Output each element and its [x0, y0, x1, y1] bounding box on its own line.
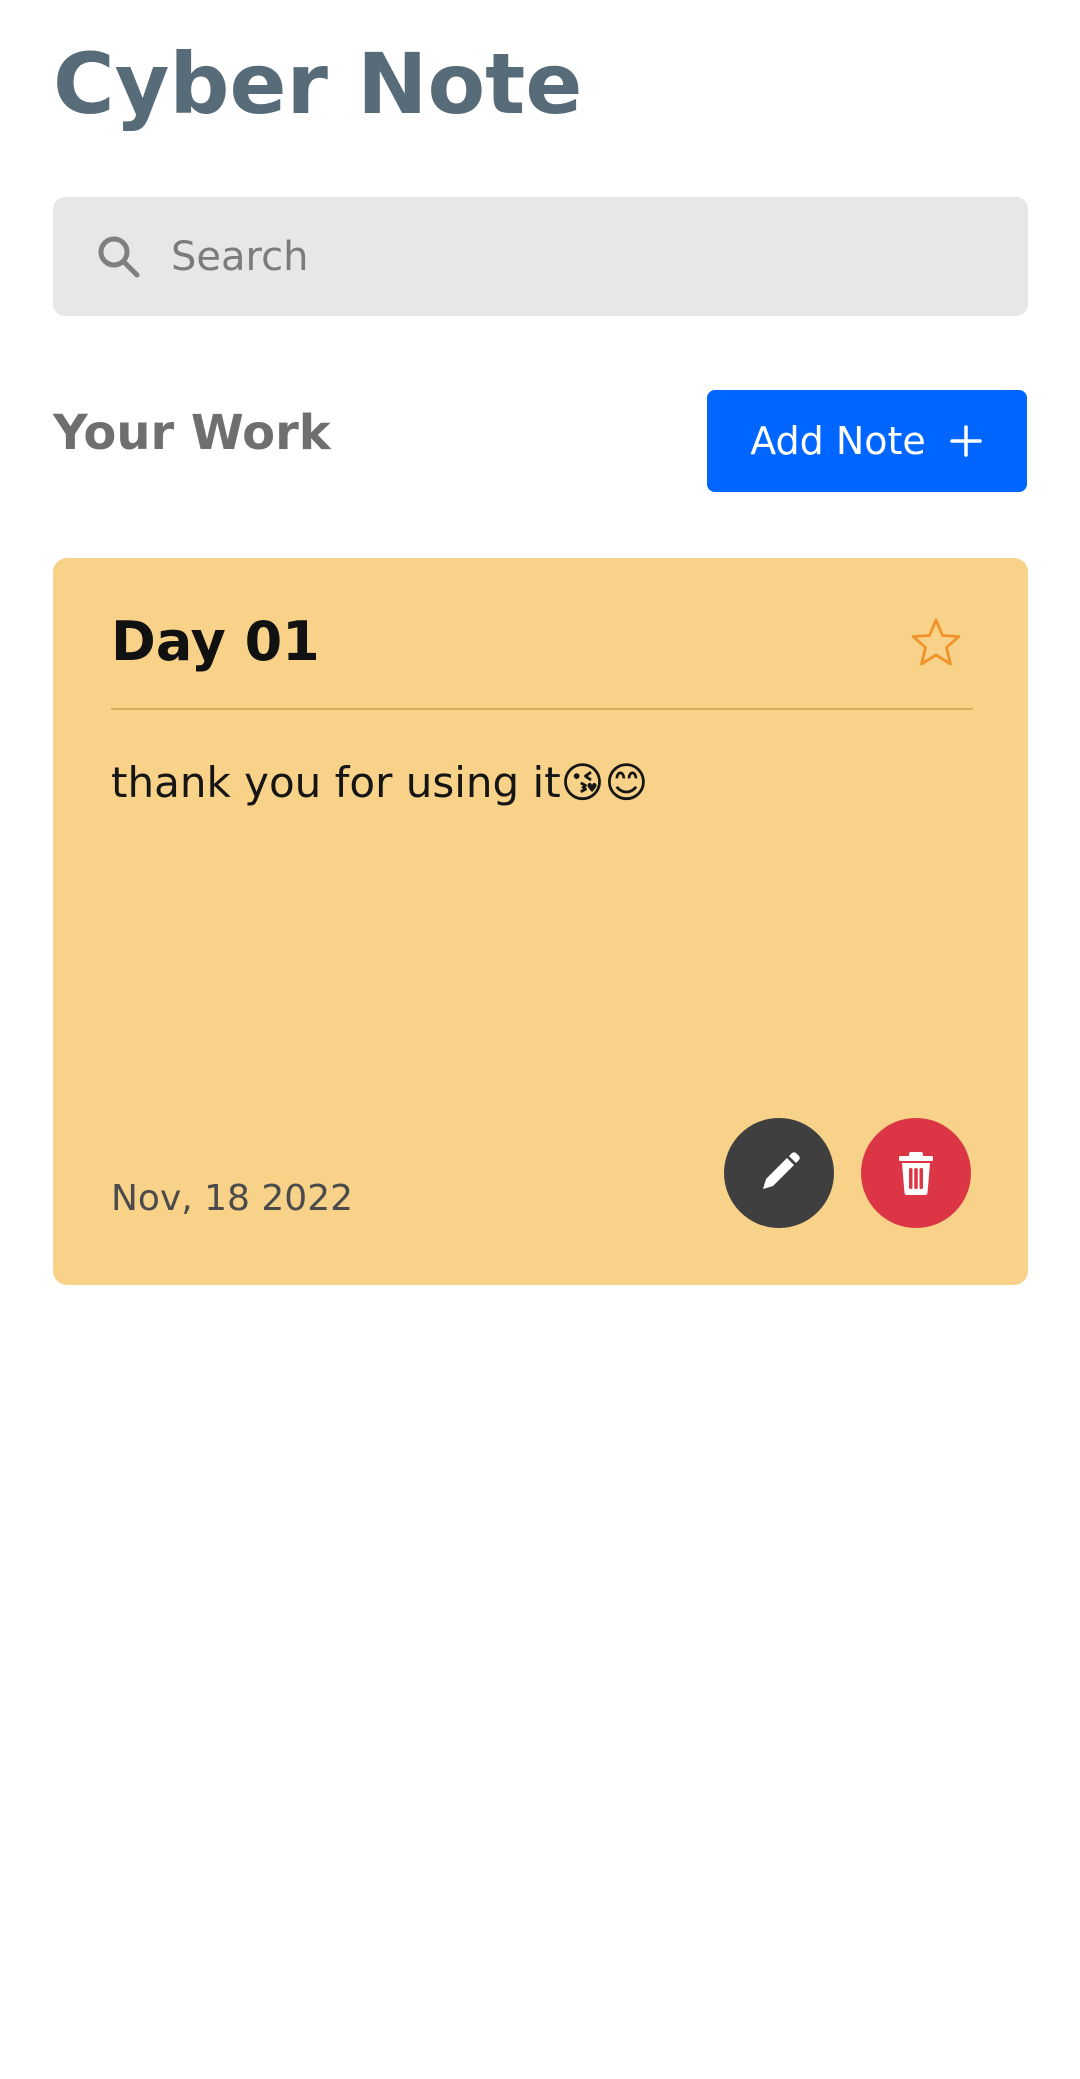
edit-note-button[interactable] [724, 1118, 834, 1228]
note-divider [111, 708, 973, 710]
app-title: Cyber Note [53, 35, 583, 133]
search-bar[interactable] [53, 197, 1028, 316]
note-title: Day 01 [111, 610, 320, 673]
app-container: Cyber Note Your Work Add Note Day 01 tha… [0, 0, 1080, 2079]
pencil-icon [763, 1152, 800, 1189]
note-card: Day 01 thank you for using it😘😊 Nov, 18 … [53, 558, 1028, 1285]
delete-note-button[interactable] [861, 1118, 971, 1228]
note-body: thank you for using it😘😊 [111, 758, 649, 807]
search-input[interactable] [171, 233, 971, 280]
star-icon[interactable] [909, 616, 963, 670]
trash-icon [899, 1152, 933, 1195]
plus-icon [950, 425, 982, 457]
search-icon [98, 236, 140, 277]
section-heading: Your Work [53, 405, 331, 461]
add-note-label: Add Note [750, 419, 926, 463]
add-note-button[interactable]: Add Note [707, 390, 1027, 492]
note-date: Nov, 18 2022 [111, 1178, 354, 1219]
